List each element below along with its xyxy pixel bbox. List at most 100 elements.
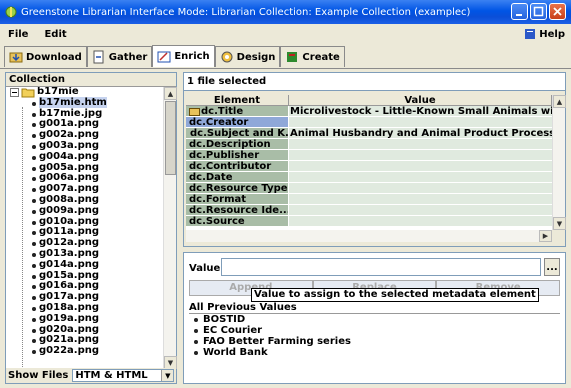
file-label: g022a.png [39, 345, 100, 357]
tree-scrollbar[interactable]: ▲ ▼ [163, 87, 177, 369]
tab-create-label: Create [302, 51, 340, 63]
file-label: g014a.png [39, 258, 100, 270]
previous-value-item[interactable]: EC Courier [189, 325, 560, 336]
maximize-icon [533, 6, 544, 17]
metadata-value-cell[interactable] [289, 205, 552, 216]
app-icon [5, 6, 17, 18]
file-label: g006a.png [39, 172, 100, 184]
metadata-row[interactable]: dc.Resource Ide... [186, 205, 552, 216]
metadata-element-label: dc.Resource Ide... [189, 205, 289, 216]
metadata-value-cell[interactable] [289, 161, 552, 172]
file-label: g002a.png [39, 129, 100, 141]
metadata-row[interactable]: dc.Source [186, 216, 552, 227]
metadata-row[interactable]: dc.Title Microlivestock - Little-Known Sm… [186, 106, 552, 117]
metadata-file-icon [189, 107, 200, 116]
maximize-button[interactable] [530, 3, 547, 20]
table-hscrollbar[interactable]: ▶ [186, 230, 552, 242]
menu-bar: File Edit Help [0, 24, 571, 44]
file-label: g020a.png [39, 323, 100, 335]
metadata-element-label: dc.Description [189, 139, 271, 150]
metadata-value-cell[interactable]: Animal Husbandry and Animal Product Proc… [289, 128, 552, 139]
previous-value-item[interactable]: BOSTID [189, 314, 560, 325]
metadata-element-cell: dc.Format [186, 194, 289, 205]
table-scroll-up[interactable]: ▲ [553, 95, 566, 108]
tab-download[interactable]: Download [4, 46, 87, 67]
metadata-rows: dc.Title Microlivestock - Little-Known Sm… [186, 106, 552, 227]
column-element[interactable]: Element [186, 95, 289, 106]
metadata-row[interactable]: dc.Description [186, 139, 552, 150]
tab-design[interactable]: Design [214, 46, 281, 67]
tab-enrich-label: Enrich [174, 51, 210, 62]
file-label: g001a.png [39, 118, 100, 130]
scroll-thumb[interactable] [165, 101, 176, 175]
menu-file[interactable]: File [0, 29, 36, 40]
column-value[interactable]: Value [289, 95, 552, 106]
value-input[interactable] [221, 258, 541, 276]
download-icon [9, 52, 23, 63]
previous-values-header: All Previous Values [189, 302, 297, 313]
value-browse-button[interactable]: ... [544, 258, 560, 276]
metadata-panel: 1 file selected Element Value dc.Title Mi… [183, 72, 566, 247]
tab-gather[interactable]: Gather [86, 46, 153, 67]
metadata-element-label: dc.Publisher [189, 150, 260, 161]
file-label: g004a.png [39, 150, 100, 162]
metadata-element-cell: dc.Source [186, 216, 289, 227]
file-label: g018a.png [39, 301, 100, 313]
tab-download-label: Download [26, 51, 82, 63]
metadata-table-header: Element Value [186, 95, 552, 106]
folder-icon [21, 88, 35, 98]
metadata-row[interactable]: dc.Subject and K... Animal Husbandry and … [186, 128, 552, 139]
value-tooltip: Value to assign to the selected metadata… [251, 288, 539, 302]
metadata-row[interactable]: dc.Resource Type [186, 183, 552, 194]
minimize-button[interactable] [511, 3, 528, 20]
metadata-element-cell: dc.Resource Ide... [186, 205, 289, 216]
metadata-element-label: dc.Date [189, 172, 233, 183]
title-bar: Greenstone Librarian Interface Mode: Lib… [0, 0, 571, 24]
table-scroll-down[interactable]: ▼ [553, 217, 566, 230]
tab-gather-label: Gather [108, 51, 148, 63]
metadata-row[interactable]: dc.Format [186, 194, 552, 205]
metadata-row[interactable]: dc.Creator [186, 117, 552, 128]
metadata-row[interactable]: dc.Contributor [186, 161, 552, 172]
previous-value-item[interactable]: World Bank [189, 347, 560, 358]
gather-icon [93, 50, 104, 64]
value-label: Value [189, 263, 221, 274]
show-files-select[interactable]: HTM & HTML ▼ [72, 369, 175, 382]
metadata-value-cell[interactable] [289, 172, 552, 183]
metadata-value-cell[interactable] [289, 183, 552, 194]
previous-value-item[interactable]: FAO Better Farming series [189, 336, 560, 347]
tab-enrich[interactable]: Enrich [152, 45, 215, 67]
metadata-value-cell[interactable] [289, 216, 552, 227]
close-button[interactable] [549, 3, 566, 20]
file-label: g016a.png [39, 280, 100, 292]
metadata-element-cell: dc.Creator [186, 117, 289, 128]
metadata-value-cell[interactable] [289, 194, 552, 205]
file-label: g010a.png [39, 215, 100, 227]
file-label: g007a.png [39, 183, 100, 195]
metadata-row[interactable]: dc.Date [186, 172, 552, 183]
menu-edit[interactable]: Edit [36, 29, 74, 40]
metadata-table: Element Value dc.Title Microlivestock - L… [186, 95, 552, 230]
metadata-row[interactable]: dc.Publisher [186, 150, 552, 161]
scroll-up-button[interactable]: ▲ [164, 87, 177, 100]
chevron-down-icon: ▼ [161, 370, 174, 381]
collapse-icon [10, 87, 19, 97]
metadata-element-cell: dc.Title [186, 106, 289, 117]
show-files-bar: Show Files HTM & HTML ▼ [6, 368, 176, 383]
file-list: b17mie.htm b17mie.jpg g001a.png g002a.png g0… [6, 96, 164, 357]
tab-create[interactable]: Create [280, 46, 345, 67]
tree-file-item[interactable]: g022a.png [6, 345, 164, 357]
menu-help[interactable]: Help [524, 28, 565, 40]
metadata-value-cell[interactable] [289, 139, 552, 150]
table-scroll-right[interactable]: ▶ [539, 230, 552, 242]
tab-design-label: Design [236, 51, 276, 63]
metadata-element-label: dc.Source [189, 216, 245, 227]
metadata-element-label: dc.Resource Type [189, 183, 288, 194]
file-label: g019a.png [39, 312, 100, 324]
close-icon [553, 7, 562, 16]
metadata-value-cell[interactable]: Microlivestock - Little-Known Small Anim… [289, 106, 552, 117]
file-label: b17mie.jpg [39, 107, 103, 119]
metadata-value-cell[interactable] [289, 150, 552, 161]
table-scrollbar[interactable]: ▲ ▼ [552, 95, 566, 230]
metadata-value-cell[interactable] [289, 117, 552, 128]
